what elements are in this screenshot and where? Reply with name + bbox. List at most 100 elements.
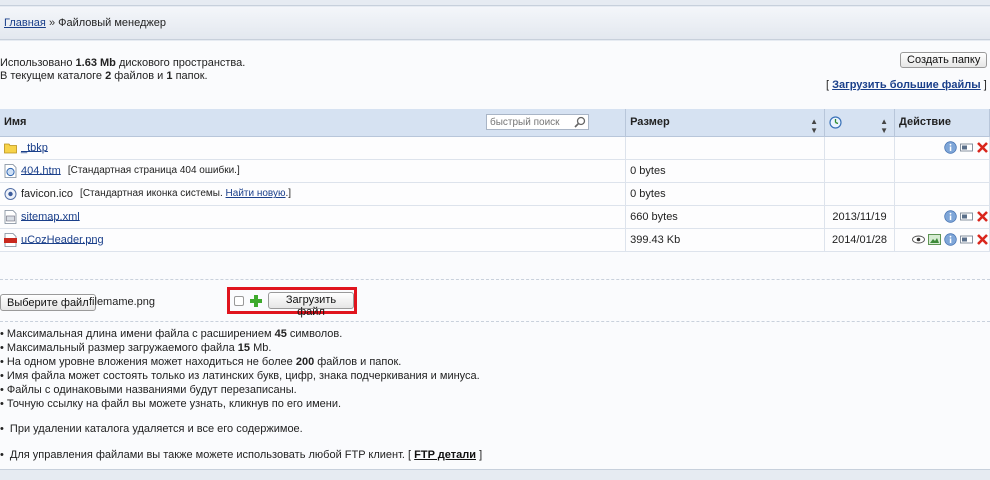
list-item: Максимальный размер загружаемого файла 1…: [0, 341, 480, 355]
delete-icon[interactable]: [976, 141, 989, 154]
search-icon[interactable]: [574, 116, 586, 128]
column-header-size-label: Размер: [630, 116, 670, 129]
breadcrumb-current: Файловый менеджер: [58, 17, 167, 29]
list-item: Максимальная длина имени файла с расшире…: [0, 327, 480, 341]
column-header-date[interactable]: ▲ ▼: [824, 109, 895, 137]
upload-large-bracket-close: ]: [983, 79, 987, 91]
file-name-cell: uCozHeader.png: [0, 228, 627, 252]
rule-text: Максимальный размер загружаемого файла: [6, 342, 235, 354]
list-item: На одном уровне вложения может находитьс…: [0, 355, 480, 369]
info-icon[interactable]: [944, 210, 957, 223]
file-size-cell: [625, 136, 825, 160]
storage-info: Использовано 1.63 Mb дискового пространс…: [0, 57, 245, 83]
png-file-icon: [4, 232, 17, 247]
image-edit-icon[interactable]: [928, 233, 941, 246]
upload-rules-list: Максимальная длина имени файла с расшире…: [0, 327, 480, 411]
table-header-row: Имя Размер ▲▼: [0, 109, 990, 137]
upload-option-checkbox[interactable]: [234, 296, 244, 306]
rename-icon[interactable]: [960, 233, 973, 246]
file-name-link[interactable]: sitemap.xml: [21, 210, 80, 222]
breadcrumb-home-link[interactable]: Главная: [4, 17, 46, 29]
favicon-file-icon: [4, 187, 17, 200]
file-name-link[interactable]: _tbkp: [21, 141, 48, 153]
divider: [0, 321, 990, 322]
file-name-link[interactable]: 404.htm: [21, 164, 61, 176]
storage-used-prefix: Использовано: [0, 57, 73, 69]
folder-count: 1: [166, 70, 173, 82]
rule-text: Файлы с одинаковыми названиями будут пер…: [6, 384, 297, 396]
table-row: sitemap.xml 660 bytes 2013/11/19: [0, 205, 990, 229]
list-item: Имя файла может состоять только из латин…: [0, 369, 480, 383]
upload-large-files: [ Загрузить большие файлы ]: [826, 79, 987, 91]
rule-suffix: файлов и папок.: [317, 356, 402, 368]
file-actions-cell: [894, 182, 990, 206]
file-name-link[interactable]: favicon.ico: [21, 187, 73, 199]
top-strip: [0, 0, 990, 6]
folder-icon: [4, 143, 17, 153]
column-header-name[interactable]: Имя: [0, 109, 627, 137]
xml-file-icon: [4, 209, 17, 224]
file-size-cell: 0 bytes: [625, 182, 825, 206]
file-manager-panel: Использовано 1.63 Mb дискового пространс…: [0, 41, 990, 469]
rule-text: Точную ссылку на файл вы можете узнать, …: [6, 398, 342, 410]
file-name-link[interactable]: uCozHeader.png: [21, 233, 104, 245]
file-date-cell: [824, 136, 895, 160]
file-size-cell: 399.43 Kb: [625, 228, 825, 252]
delete-note-text: При удалении каталога удаляется и все ег…: [9, 423, 303, 435]
find-new-favicon-link[interactable]: Найти новую: [226, 188, 286, 199]
clock-icon: [829, 116, 842, 129]
info-icon[interactable]: [944, 141, 957, 154]
file-date-cell: [824, 159, 895, 183]
delete-icon[interactable]: [976, 233, 989, 246]
delete-note: При удалении каталога удаляется и все ег…: [0, 423, 303, 435]
file-actions-cell: [894, 159, 990, 183]
choose-file-button[interactable]: Выберите файл: [0, 294, 96, 311]
rule-suffix: символов.: [289, 328, 343, 340]
upload-large-files-link[interactable]: Загрузить большие файлы: [832, 79, 981, 91]
file-description-prefix: [Стандартная иконка системы.: [80, 188, 223, 200]
divider: [0, 279, 990, 280]
info-icon[interactable]: [944, 233, 957, 246]
file-actions-cell: [894, 136, 990, 160]
sort-arrows-icon[interactable]: ▲ ▼: [880, 117, 888, 135]
storage-used-value: 1.63 Mb: [75, 57, 116, 69]
sort-arrows-icon[interactable]: ▲ ▼: [810, 117, 818, 135]
table-row: uCozHeader.png 399.43 Kb 2014/01/28: [0, 228, 990, 252]
bottom-strip: [0, 469, 990, 480]
add-file-plus-icon[interactable]: [249, 294, 263, 308]
table-row: _tbkp: [0, 136, 990, 160]
dir-count-mid: файлов и: [114, 70, 164, 82]
html-file-icon: [4, 163, 17, 178]
view-eye-icon[interactable]: [912, 233, 925, 246]
rule-text: На одном уровне вложения может находитьс…: [6, 356, 293, 368]
file-description-suffix: .]: [285, 188, 292, 200]
breadcrumb: Главная » Файловый менеджер: [0, 7, 990, 40]
storage-used-suffix: дискового пространства.: [118, 57, 246, 69]
ftp-note-text: Для управления файлами вы также можете и…: [9, 449, 412, 461]
file-actions-cell: [894, 205, 990, 229]
file-name-cell: _tbkp: [0, 136, 627, 160]
rule-value: 200: [295, 356, 315, 368]
upload-large-bracket-open: [: [826, 79, 830, 91]
rename-icon[interactable]: [960, 141, 973, 154]
ftp-details-link[interactable]: FTP детали: [414, 449, 476, 461]
rule-text: Имя файла может состоять только из латин…: [6, 370, 480, 382]
create-folder-button[interactable]: Создать папку: [900, 52, 988, 68]
file-count: 2: [105, 70, 112, 82]
file-size-cell: 660 bytes: [625, 205, 825, 229]
dir-count-prefix: В текущем каталоге: [0, 70, 103, 82]
file-description: [Стандартная страница 404 ошибки.]: [67, 165, 240, 177]
table-row: favicon.ico [Стандартная иконка системы.…: [0, 182, 990, 206]
table-row: 404.htm [Стандартная страница 404 ошибки…: [0, 159, 990, 183]
storage-used-line: Использовано 1.63 Mb дискового пространс…: [0, 57, 245, 70]
rule-value: 15: [237, 342, 251, 354]
file-table: Имя Размер ▲▼: [0, 109, 990, 252]
upload-highlight-box: Загрузить файл: [227, 287, 357, 318]
delete-icon[interactable]: [976, 210, 989, 223]
rename-icon[interactable]: [960, 210, 973, 223]
column-header-size[interactable]: Размер ▲ ▼: [625, 109, 825, 137]
file-name-cell: sitemap.xml: [0, 205, 627, 229]
list-item: Файлы с одинаковыми названиями будут пер…: [0, 383, 480, 397]
upload-file-button[interactable]: Загрузить файл: [268, 292, 354, 318]
directory-count-line: В текущем каталоге 2 файлов и 1 папок.: [0, 70, 245, 83]
